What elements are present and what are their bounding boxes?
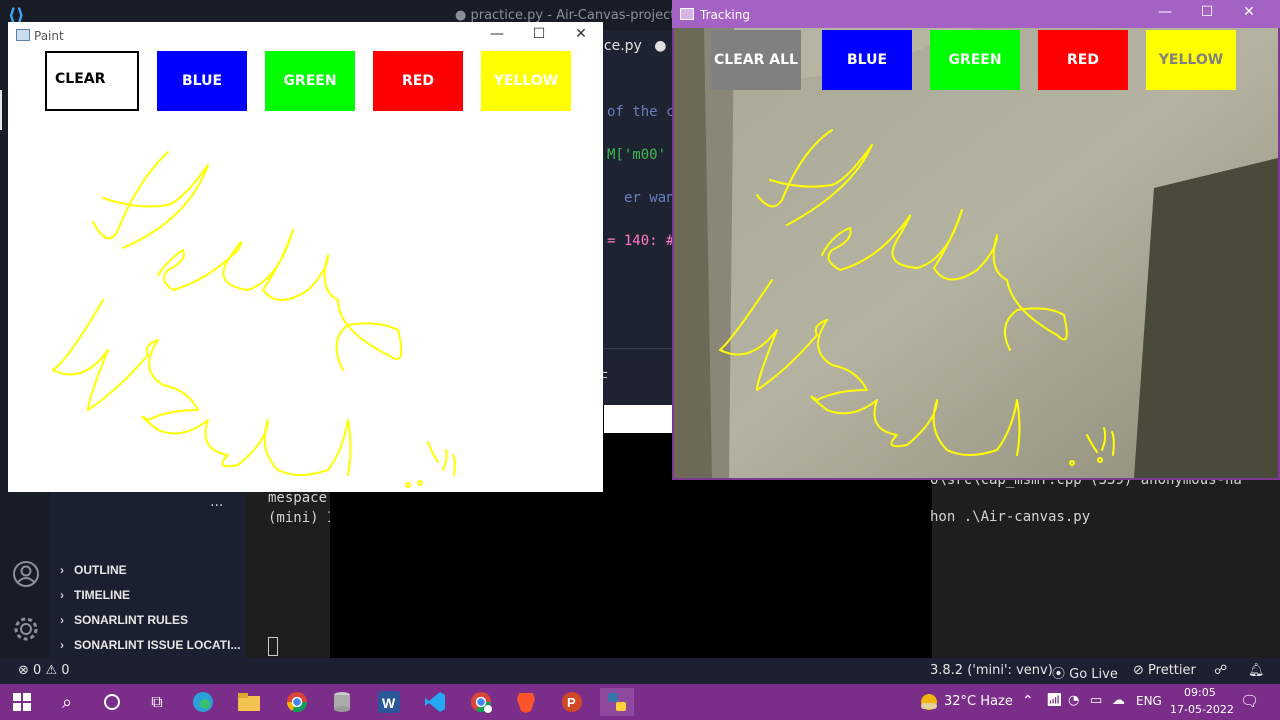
prettier-button[interactable]: ⊘ Prettier xyxy=(1133,663,1196,678)
word-icon[interactable]: W xyxy=(372,688,406,716)
svg-text:W: W xyxy=(382,695,396,711)
broadcast-icon: ⦿ xyxy=(1052,667,1070,682)
python-interpreter[interactable]: 3.8.2 ('mini': venv) xyxy=(930,663,1053,678)
error-icon: ⊗ xyxy=(18,663,29,678)
cloud-icon[interactable]: ☁ xyxy=(1112,693,1125,708)
tracking-drawing-overlay xyxy=(719,129,1115,466)
edge-icon[interactable] xyxy=(186,688,220,716)
code-line: = 140: # xyxy=(607,233,675,249)
wifi-icon[interactable]: 📶︎ xyxy=(1046,693,1063,708)
sidebar-more-actions[interactable]: ... xyxy=(210,494,223,510)
terminal-line: mespace xyxy=(268,490,328,506)
section-label: SONARLINT ISSUE LOCATI... xyxy=(74,638,241,652)
powerpoint-icon[interactable]: P xyxy=(555,688,589,716)
section-label: SONARLINT RULES xyxy=(74,613,188,627)
file-explorer-icon[interactable] xyxy=(232,688,266,716)
windows-taskbar: ⌕ ⧉ W P 32°C Haze ⌃ 📶︎ ◔ ▭ ☁ ENG 09:05 1… xyxy=(0,684,1280,720)
windows-logo-icon xyxy=(13,693,31,711)
account-icon[interactable] xyxy=(12,560,40,588)
unsaved-dot-icon: ● xyxy=(654,38,667,54)
paint-blue-button[interactable]: BLUE xyxy=(157,51,247,111)
paint-title: Paint xyxy=(34,29,64,43)
prettier-icon: ⊘ xyxy=(1133,663,1149,678)
tracking-green-button[interactable]: GREEN xyxy=(930,30,1020,90)
vscode-title: ● practice.py - Air-Canvas-project-m xyxy=(455,8,693,23)
close-button[interactable]: ✕ xyxy=(566,26,596,46)
paint-yellow-button[interactable]: YELLOW xyxy=(481,51,571,111)
problems-indicator[interactable]: ⊗ 0 ⚠ 0 xyxy=(18,663,70,678)
battery-icon[interactable]: ▭ xyxy=(1090,693,1102,708)
prettier-label: Prettier xyxy=(1148,663,1196,678)
paint-green-button[interactable]: GREEN xyxy=(265,51,355,111)
notifications-bell-icon[interactable]: 🔔︎ xyxy=(1248,663,1265,678)
chevron-up-icon[interactable]: ⌃ xyxy=(1022,693,1034,709)
terminal-selection xyxy=(604,405,672,433)
active-indicator xyxy=(0,90,2,130)
go-live-button[interactable]: ⦿ Go Live xyxy=(1052,663,1118,682)
terminal-cursor xyxy=(268,637,278,656)
task-view-icon[interactable]: ⧉ xyxy=(140,688,174,716)
status-bar: ⊗ 0 ⚠ 0 3.8.2 ('mini': venv) ⦿ Go Live ⊘… xyxy=(0,658,1280,684)
sidebar-section-timeline[interactable]: › TIMELINE xyxy=(60,588,246,612)
tab-practice-py[interactable]: ice.py ● xyxy=(600,38,672,68)
chevron-right-icon: › xyxy=(60,588,64,602)
section-label: TIMELINE xyxy=(74,588,130,602)
weather-text[interactable]: 32°C Haze xyxy=(944,694,1013,709)
paint-clear-button[interactable]: CLEAR xyxy=(45,51,139,111)
clock-date[interactable]: 17-05-2022 xyxy=(1170,703,1234,716)
network-icon[interactable]: ◔ xyxy=(1068,693,1079,708)
close-button[interactable]: ✕ xyxy=(1234,4,1264,24)
python-icon[interactable] xyxy=(600,688,634,716)
terminal-line: (mini) I xyxy=(268,510,336,526)
section-label: OUTLINE xyxy=(74,563,127,577)
code-line: of the c xyxy=(607,104,675,120)
terminal-pane-right[interactable]: o\src\cap_msmf.cpp (339) anonymous-na ho… xyxy=(930,472,1280,658)
maximize-button[interactable]: ☐ xyxy=(1192,4,1222,24)
terminal-line: hon .\Air-canvas.py xyxy=(930,509,1091,525)
weather-icon[interactable] xyxy=(912,688,946,716)
tracking-red-button[interactable]: RED xyxy=(1038,30,1128,90)
code-line: M['m00' xyxy=(607,147,667,163)
sidebar-section-outline[interactable]: › OUTLINE xyxy=(60,563,246,587)
svg-text:P: P xyxy=(567,695,576,710)
paint-canvas[interactable] xyxy=(8,110,603,492)
tracking-titlebar: Tracking — ☐ ✕ xyxy=(672,0,1280,28)
tracking-clear-all-button[interactable]: CLEAR ALL xyxy=(711,30,801,90)
window-app-icon xyxy=(16,29,30,41)
feedback-icon[interactable]: ☍ xyxy=(1214,663,1227,678)
go-live-label: Go Live xyxy=(1069,667,1118,682)
chevron-right-icon: › xyxy=(60,563,64,577)
handwriting-hello-world xyxy=(719,129,1115,466)
warning-count: 0 xyxy=(61,663,70,678)
tab-label: ice.py xyxy=(600,38,642,54)
tracking-blue-button[interactable]: BLUE xyxy=(822,30,912,90)
brave-icon[interactable] xyxy=(509,688,543,716)
notification-center-icon[interactable]: 🗨︎ xyxy=(1240,692,1259,710)
paint-red-button[interactable]: RED xyxy=(373,51,463,111)
search-icon[interactable]: ⌕ xyxy=(50,688,84,716)
cortana-icon[interactable] xyxy=(95,688,129,716)
start-icon[interactable] xyxy=(5,688,39,716)
warning-icon: ⚠ xyxy=(45,663,58,678)
window-app-icon xyxy=(680,8,694,20)
settings-gear-icon[interactable] xyxy=(12,615,40,643)
chrome-icon[interactable] xyxy=(280,688,314,716)
chevron-right-icon: › xyxy=(60,638,64,652)
chevron-right-icon: › xyxy=(60,613,64,627)
tracking-yellow-button[interactable]: YELLOW xyxy=(1146,30,1236,90)
paint-titlebar: Paint — ☐ ✕ xyxy=(8,22,603,50)
chrome-profile-icon[interactable] xyxy=(464,688,498,716)
minimize-button[interactable]: — xyxy=(1150,4,1180,24)
vscode-icon[interactable] xyxy=(418,688,452,716)
maximize-button[interactable]: ☐ xyxy=(524,26,554,46)
language-indicator[interactable]: ENG xyxy=(1136,694,1162,708)
sidebar-section-sonarlint-rules[interactable]: › SONARLINT RULES xyxy=(60,613,246,637)
minimize-button[interactable]: — xyxy=(482,26,512,46)
error-count: 0 xyxy=(33,663,42,678)
database-icon[interactable] xyxy=(325,688,359,716)
clock-time[interactable]: 09:05 xyxy=(1184,686,1216,699)
tracking-title: Tracking xyxy=(700,8,750,22)
handwriting-hello-world xyxy=(52,151,456,488)
